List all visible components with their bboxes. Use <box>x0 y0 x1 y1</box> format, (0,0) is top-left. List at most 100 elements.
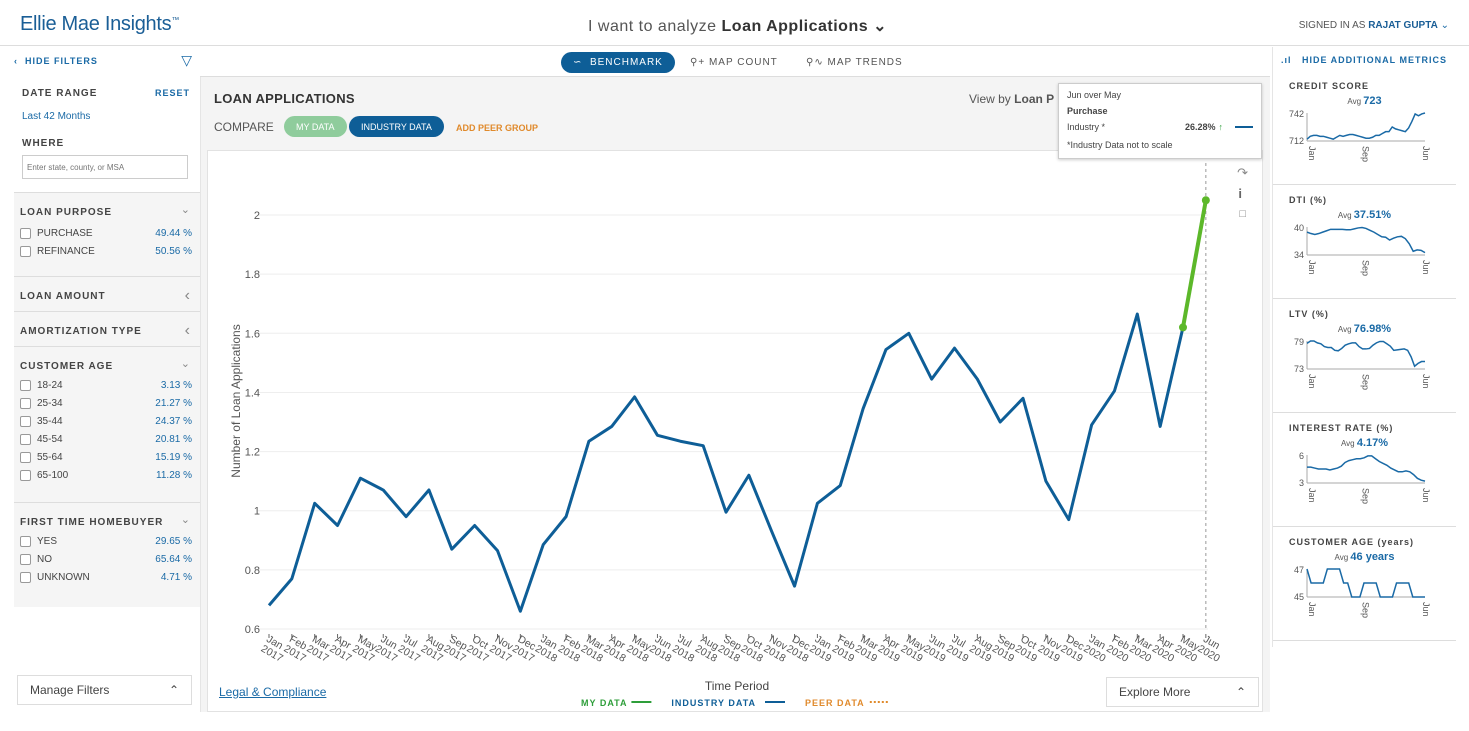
legend-label: PEER DATA <box>805 698 865 708</box>
chevron-down-icon: ⌄ <box>873 18 887 35</box>
chevron-left-icon: ‹ <box>184 287 190 304</box>
checkbox-row[interactable]: 18-24 3.13 % <box>14 376 200 394</box>
option-label: 65-100 <box>37 469 69 481</box>
checkbox-row[interactable]: UNKNOWN 4.71 % <box>14 568 200 586</box>
metric-avg-value: 723 <box>1363 95 1382 107</box>
manage-filters-label: Manage Filters <box>30 683 110 697</box>
tab-label: MAP COUNT <box>708 57 778 68</box>
customer-age-label[interactable]: CUSTOMER AGE <box>14 347 200 376</box>
checkbox-row[interactable]: 65-100 11.28 % <box>14 466 200 484</box>
where-input[interactable] <box>22 155 188 179</box>
user-menu[interactable]: SIGNED IN AS RAJAT GUPTA ⌄ <box>1299 20 1449 31</box>
x-axis-label: Time Period <box>705 679 769 693</box>
checkbox-row[interactable]: 35-44 24.37 % <box>14 412 200 430</box>
option-value: 20.81 % <box>155 433 192 445</box>
checkbox[interactable] <box>20 227 31 239</box>
metric-card[interactable]: CREDIT SCORE Avg 723 742 712 Jan Sep Jun <box>1273 71 1456 185</box>
checkbox-row[interactable]: YES 29.65 % <box>14 532 200 550</box>
checkbox[interactable] <box>20 469 31 481</box>
loan-purpose-label[interactable]: LOAN PURPOSE <box>14 193 200 224</box>
metric-card[interactable]: INTEREST RATE (%) Avg 4.17% 6 3 Jan Sep Jun <box>1273 413 1456 527</box>
metric-card[interactable]: LTV (%) Avg 76.98% 79 73 Jan Sep Jun <box>1273 299 1456 413</box>
tab-map-count[interactable]: ⚲+ MAP COUNT <box>678 52 790 73</box>
checkbox[interactable] <box>20 451 31 463</box>
option-label: 25-34 <box>37 397 63 409</box>
manage-filters-button[interactable]: Manage Filters ⌃ <box>17 675 192 705</box>
data-point[interactable] <box>1179 323 1187 332</box>
y-tick-min: 3 <box>1299 478 1304 488</box>
view-tabs: ∽ BENCHMARK ⚲+ MAP COUNT ⚲∿ MAP TRENDS <box>200 47 1270 77</box>
add-peer-group-button[interactable]: ADD PEER GROUP <box>456 123 538 133</box>
checkbox-row[interactable]: REFINANCE 50.56 % <box>14 242 200 260</box>
first-time-label[interactable]: FIRST TIME HOMEBUYER <box>14 503 200 532</box>
legend-label: INDUSTRY DATA <box>671 698 756 708</box>
sparkline-path <box>1306 340 1425 368</box>
chart-title: LOAN APPLICATIONS <box>214 91 355 106</box>
loan-amount-section[interactable]: LOAN AMOUNT ‹ <box>14 277 200 312</box>
hide-filters-button[interactable]: ‹ HIDE FILTERS <box>14 56 98 66</box>
explore-more-button[interactable]: Explore More ⌃ <box>1106 677 1259 707</box>
reset-button[interactable]: RESET <box>155 88 190 98</box>
logo[interactable]: Ellie Mae Insights™ <box>20 13 179 36</box>
comment-icon[interactable]: □ <box>1239 208 1246 220</box>
option-value: 11.28 % <box>156 469 192 481</box>
sparkline-path <box>1307 455 1426 482</box>
metric-title: LTV (%) <box>1289 309 1329 319</box>
date-range-value[interactable]: Last 42 Months <box>22 111 90 122</box>
checkbox-row[interactable]: NO 65.64 % <box>14 550 200 568</box>
y-tick-min: 712 <box>1289 136 1304 146</box>
metric-card[interactable]: DTI (%) Avg 37.51% 40 34 Jan Sep Jun <box>1273 185 1456 299</box>
hide-filters-label: HIDE FILTERS <box>25 56 98 66</box>
sparkline-path <box>1306 226 1426 254</box>
checkbox-row[interactable]: 45-54 20.81 % <box>14 430 200 448</box>
checkbox-row[interactable]: 25-34 21.27 % <box>14 394 200 412</box>
legend-label: MY DATA <box>581 698 628 708</box>
checkbox[interactable] <box>20 379 31 391</box>
checkbox[interactable] <box>20 535 31 547</box>
tooltip-note: *Industry Data not to scale <box>1067 140 1173 150</box>
metric-avg: Avg 76.98% <box>1337 323 1392 335</box>
tab-map-trends[interactable]: ⚲∿ MAP TRENDS <box>794 52 915 73</box>
chevron-down-icon[interactable]: ⌄ <box>181 357 190 370</box>
date-where-section: ‹ HIDE FILTERS ▽ DATE RANGE RESET Last 4… <box>14 47 200 193</box>
amortization-section[interactable]: AMORTIZATION TYPE ‹ <box>14 312 200 347</box>
info-icon[interactable]: i <box>1238 186 1242 201</box>
option-value: 3.13 % <box>160 379 192 391</box>
option-label: 45-54 <box>37 433 63 445</box>
checkbox[interactable] <box>20 553 31 565</box>
chevron-down-icon[interactable]: ⌄ <box>181 203 190 216</box>
chevron-down-icon[interactable]: ⌄ <box>181 513 190 526</box>
option-label: YES <box>37 535 58 547</box>
chevron-down-icon: ⌄ <box>1440 20 1449 31</box>
view-by[interactable]: View by Loan P <box>969 92 1054 106</box>
sparkline-path <box>1306 568 1425 598</box>
legal-link[interactable]: Legal & Compliance <box>219 685 326 699</box>
metric-avg-value: 4.17% <box>1356 437 1389 449</box>
hide-metrics-button[interactable]: .ıl HIDE ADDITIONAL METRICS <box>1281 55 1447 65</box>
x-tick: Sep <box>1360 374 1370 390</box>
checkbox[interactable] <box>20 571 31 583</box>
my-data-toggle[interactable]: MY DATA <box>284 116 347 137</box>
checkbox[interactable] <box>20 397 31 409</box>
share-icon[interactable]: ↷ <box>1237 165 1248 181</box>
industry-data-toggle[interactable]: INDUSTRY DATA <box>349 116 444 137</box>
checkbox[interactable] <box>20 415 31 427</box>
industry-data-line[interactable] <box>267 312 1185 613</box>
sparkline: 47 45Jan Sep Jun <box>1294 565 1431 618</box>
tab-benchmark[interactable]: ∽ BENCHMARK <box>561 52 675 73</box>
metric-card[interactable]: CUSTOMER AGE (years) Avg 46 years 47 45 Jan S… <box>1273 527 1456 641</box>
analyze-selector[interactable]: I want to analyze Loan Applications ⌄ <box>588 16 887 36</box>
checkbox[interactable] <box>20 433 31 445</box>
trend-icon: ∽ <box>573 57 590 68</box>
option-value: 24.37 % <box>155 415 192 427</box>
sparkline: 40 34Jan Sep Jun <box>1294 223 1431 276</box>
data-point[interactable] <box>1201 196 1210 205</box>
y-axis-label: Number of Loan Applications <box>229 324 243 477</box>
checkbox-row[interactable]: 55-64 15.19 % <box>14 448 200 466</box>
logo-tm: ™ <box>171 15 180 25</box>
checkbox-row[interactable]: PURCHASE 49.44 % <box>14 224 200 242</box>
checkbox[interactable] <box>20 245 31 257</box>
sparkline: 742 712Jan Sep Jun <box>1289 109 1431 162</box>
filter-icon[interactable]: ▽ <box>181 52 192 69</box>
option-value: 15.19 % <box>155 451 192 463</box>
